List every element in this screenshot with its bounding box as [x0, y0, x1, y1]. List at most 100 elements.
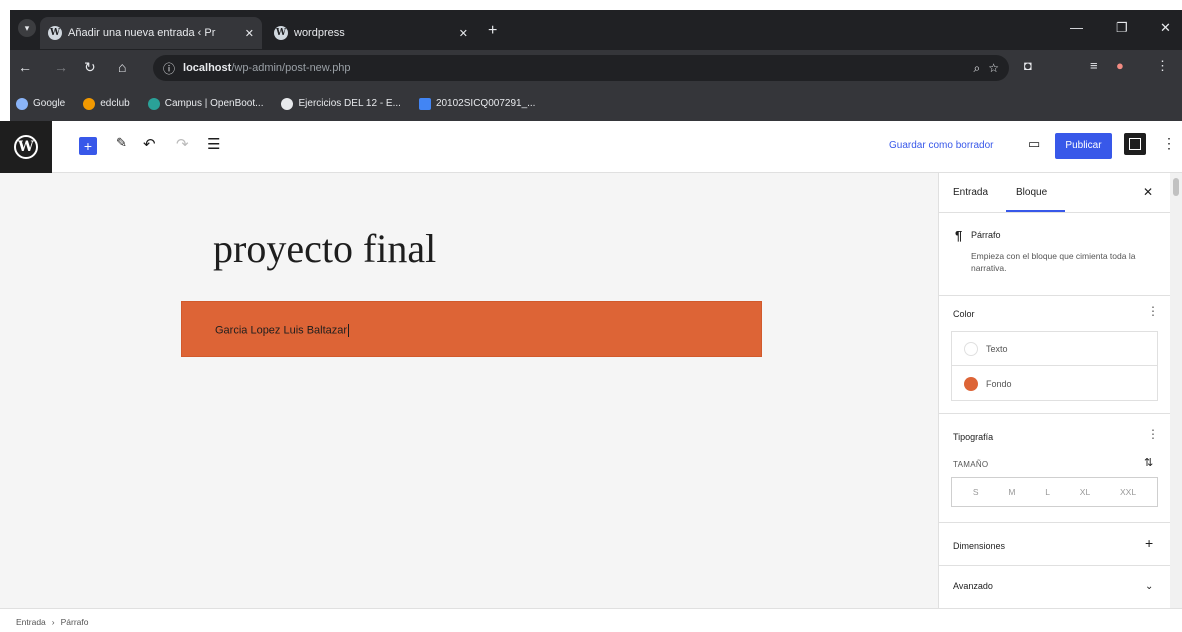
site-info-icon[interactable]: ⓘ — [163, 60, 175, 77]
paragraph-block[interactable]: Garcia Lopez Luis Baltazar — [181, 301, 762, 357]
back-icon[interactable]: ← — [18, 59, 32, 75]
google-icon — [16, 97, 28, 110]
close-window-button[interactable]: ✕ — [1160, 20, 1171, 36]
custom-size-icon[interactable]: ⇅ — [1144, 456, 1153, 469]
color-options-icon[interactable]: ⋮ — [1147, 304, 1159, 318]
divider — [939, 522, 1171, 523]
new-tab-button[interactable]: + — [488, 22, 497, 40]
menu-icon[interactable]: ⋮ — [1156, 58, 1169, 74]
post-title[interactable]: proyecto final — [213, 225, 436, 272]
divider — [939, 413, 1171, 414]
scrollbar-thumb[interactable] — [1173, 178, 1179, 196]
wordpress-logo-button[interactable]: W — [0, 121, 52, 173]
bookmark-label: edclub — [100, 98, 130, 109]
close-icon[interactable]: ✕ — [459, 27, 468, 40]
reload-icon[interactable]: ↻ — [84, 59, 96, 76]
settings-sidebar: Entrada Bloque ✕ ¶ Párrafo Empieza con e… — [938, 173, 1171, 608]
size-label: TAMAÑO — [953, 460, 989, 469]
block-description: Empieza con el bloque que cimienta toda … — [971, 251, 1136, 273]
color-label: Fondo — [986, 379, 1012, 389]
size-option-s[interactable]: S — [973, 487, 979, 497]
document-overview-icon[interactable]: ☰ — [207, 135, 220, 153]
preview-icon[interactable]: ▭ — [1028, 136, 1040, 152]
forward-icon[interactable]: → — [54, 59, 68, 75]
add-block-button[interactable]: + — [79, 137, 97, 155]
bookmarks-bar: Google edclub Campus | OpenBoot... Ejerc… — [10, 86, 1182, 121]
close-icon[interactable]: ✕ — [245, 27, 254, 40]
url-path: /wp-admin/post-new.php — [231, 62, 351, 74]
chevron-down-icon[interactable]: ⌄ — [1145, 581, 1153, 592]
size-option-m[interactable]: M — [1008, 487, 1015, 497]
size-option-l[interactable]: L — [1045, 487, 1050, 497]
bookmark-label: 20102SICQ007291_... — [435, 98, 536, 109]
paragraph-icon: ¶ — [955, 228, 963, 243]
bookmark-google[interactable]: Google — [16, 97, 66, 110]
bookmark-ejercicios[interactable]: Ejercicios DEL 12 - E... — [281, 97, 401, 110]
color-panel-title: Color — [953, 309, 975, 319]
tab-title: Añadir una nueva entrada ‹ Pr — [68, 27, 216, 39]
breadcrumb-separator: › — [51, 617, 55, 627]
bookmark-star-icon[interactable]: ☆ — [988, 61, 999, 75]
dimensions-panel-title[interactable]: Dimensiones — [953, 541, 1005, 551]
document-icon — [418, 97, 431, 110]
publish-button[interactable]: Publicar — [1055, 133, 1112, 159]
address-bar[interactable]: ⓘ localhost/wp-admin/post-new.php ⌕ ☆ — [153, 55, 1009, 81]
editor-canvas[interactable]: proyecto final Garcia Lopez Luis Baltaza… — [0, 173, 938, 608]
breadcrumb-item-entrada[interactable]: Entrada — [16, 617, 46, 632]
pencil-tool-icon[interactable]: ✎ — [116, 135, 127, 151]
block-name: Párrafo — [971, 230, 1001, 240]
advanced-panel-title[interactable]: Avanzado — [953, 581, 993, 591]
profile-icon[interactable]: ● — [1116, 58, 1124, 73]
redo-icon[interactable]: ↷ — [176, 135, 189, 153]
bookmark-edclub[interactable]: edclub — [83, 97, 130, 110]
bookmark-label: Campus | OpenBoot... — [164, 98, 264, 109]
paragraph-text: Garcia Lopez Luis Baltazar — [215, 324, 348, 337]
tab-entrada[interactable]: Entrada — [953, 187, 988, 198]
size-option-xxl[interactable]: XXL — [1120, 487, 1136, 497]
media-icon[interactable]: ≡ — [1090, 58, 1098, 73]
undo-icon[interactable]: ↶ — [143, 135, 156, 153]
home-icon[interactable]: ⌂ — [118, 59, 126, 75]
breadcrumb-item-parrafo[interactable]: Párrafo — [61, 617, 89, 632]
text-color-swatch — [964, 341, 978, 356]
options-icon[interactable]: ⋮ — [1162, 135, 1176, 152]
color-row-text[interactable]: Texto — [952, 332, 1157, 366]
wordpress-favicon-icon: W — [48, 26, 62, 40]
save-draft-button[interactable]: Guardar como borrador — [889, 140, 994, 151]
active-tab-indicator — [1006, 210, 1065, 212]
settings-panel-icon[interactable] — [1124, 133, 1146, 155]
bookmark-label: Google — [33, 98, 66, 109]
browser-tab-active[interactable]: W Añadir una nueva entrada ‹ Pr ✕ — [40, 17, 262, 49]
wordpress-logo-icon: W — [14, 135, 38, 159]
background-color-swatch — [964, 377, 978, 391]
divider — [939, 565, 1171, 566]
browser-toolbar: ← → ↻ ⌂ ⓘ localhost/wp-admin/post-new.ph… — [10, 50, 1182, 86]
editor-header: W + ✎ ↶ ↷ ☰ Guardar como borrador ▭ Publ… — [0, 121, 1182, 173]
size-option-xl[interactable]: XL — [1080, 487, 1090, 497]
color-settings: Texto Fondo — [951, 331, 1158, 401]
breadcrumb: Entrada › Párrafo — [0, 608, 1182, 632]
bookmark-doc[interactable]: 20102SICQ007291_... — [418, 97, 536, 110]
typography-options-icon[interactable]: ⋮ — [1147, 427, 1159, 441]
ejercicios-icon — [281, 97, 294, 110]
url-host: localhost — [183, 62, 232, 74]
browser-tab[interactable]: W wordpress ✕ — [266, 17, 476, 49]
search-icon[interactable]: ⌕ — [974, 61, 981, 76]
plus-icon[interactable]: + — [1145, 535, 1153, 551]
sidebar-scrollbar[interactable] — [1170, 173, 1182, 608]
typography-panel-title: Tipografía — [953, 432, 994, 442]
maximize-button[interactable]: ❐ — [1116, 20, 1128, 36]
minimize-button[interactable]: — — [1070, 20, 1083, 35]
tab-title: wordpress — [294, 27, 345, 39]
font-size-picker: S M L XL XXL — [951, 477, 1158, 507]
paragraph-text-wrap[interactable]: Garcia Lopez Luis Baltazar — [215, 324, 350, 337]
tab-bloque[interactable]: Bloque — [1016, 187, 1047, 198]
bookmark-label: Ejercicios DEL 12 - E... — [298, 98, 401, 109]
bookmark-campus[interactable]: Campus | OpenBoot... — [147, 97, 264, 110]
tab-search-icon[interactable]: ▾ — [18, 19, 36, 37]
extension-icon[interactable]: ◘ — [1024, 58, 1032, 73]
text-caret — [348, 324, 350, 337]
block-card: ¶ Párrafo Empieza con el bloque que cimi… — [939, 214, 1171, 296]
close-icon[interactable]: ✕ — [1143, 185, 1153, 199]
color-row-background[interactable]: Fondo — [952, 367, 1157, 401]
